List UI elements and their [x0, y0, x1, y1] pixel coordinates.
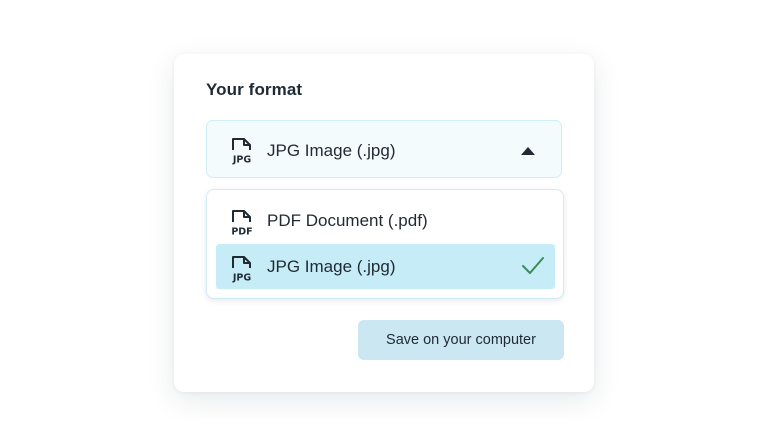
- svg-text:JPG: JPG: [232, 155, 251, 166]
- page: Your format JPG JPG Image (.jpg) PDF PDF…: [0, 0, 768, 441]
- check-icon: [522, 257, 544, 274]
- caret-up-icon: [521, 147, 535, 155]
- format-select[interactable]: JPG JPG Image (.jpg): [206, 120, 562, 178]
- svg-text:JPG: JPG: [232, 273, 251, 284]
- format-option-jpg[interactable]: JPG JPG Image (.jpg): [216, 244, 555, 289]
- svg-text:PDF: PDF: [231, 227, 252, 238]
- jpg-file-icon: JPG: [232, 256, 251, 284]
- format-option-label: JPG Image (.jpg): [267, 257, 396, 276]
- jpg-file-icon: JPG: [232, 138, 251, 166]
- format-dropdown-menu: PDF PDF Document (.pdf) JPG JPG Image (.…: [206, 189, 564, 299]
- pdf-file-icon: PDF: [231, 210, 253, 238]
- format-option-pdf[interactable]: PDF PDF Document (.pdf): [216, 198, 555, 243]
- format-panel: Your format JPG JPG Image (.jpg) PDF PDF…: [174, 54, 594, 392]
- panel-title: Your format: [206, 80, 303, 99]
- format-option-label: PDF Document (.pdf): [267, 211, 428, 230]
- save-on-computer-button[interactable]: Save on your computer: [358, 320, 564, 360]
- format-select-value: JPG Image (.jpg): [267, 141, 396, 160]
